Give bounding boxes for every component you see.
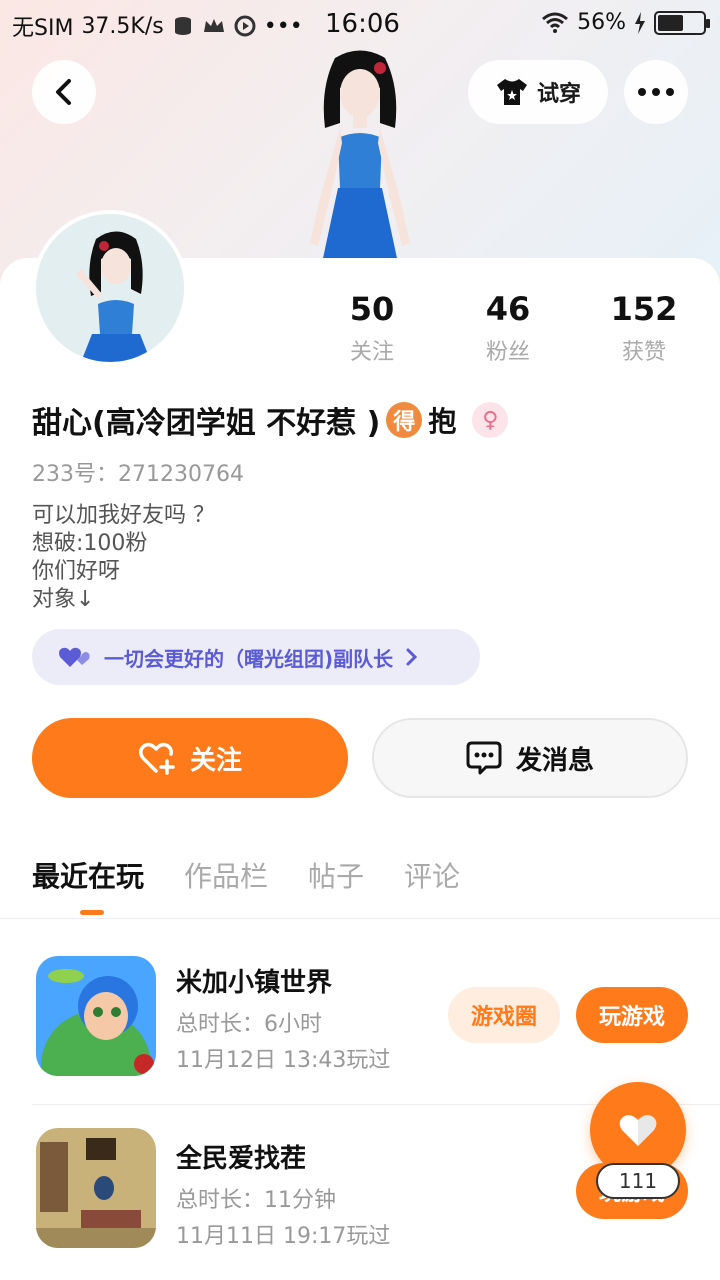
- game-icon-image: [36, 956, 156, 1076]
- game-duration: 总时长：11分钟: [176, 1188, 336, 1213]
- crown-icon: [203, 19, 224, 32]
- battery-fill: [658, 14, 683, 31]
- bio-line: 你们好呀: [32, 559, 121, 584]
- follow-button[interactable]: 关注: [32, 718, 348, 798]
- stat-fans[interactable]: 46 粉丝: [448, 290, 568, 366]
- hero-avatar-figure: [310, 50, 410, 263]
- follow-label: 关注: [189, 745, 242, 776]
- stat-following[interactable]: 50 关注: [312, 290, 432, 366]
- chat-bubble-icon: [466, 741, 502, 775]
- chevron-right-icon: [406, 648, 418, 666]
- avatar-figure: [36, 214, 184, 362]
- message-label: 发消息: [515, 745, 594, 776]
- status-right: 56%: [541, 10, 710, 35]
- media-icon: [234, 15, 256, 37]
- team-label: 一切会更好的（曙光组团)副队长: [104, 646, 394, 671]
- status-left: 无SIM 37.5K/s •••: [12, 10, 303, 42]
- carrier-text: 无SIM: [12, 16, 74, 41]
- tab-posts[interactable]: 帖子: [308, 855, 364, 895]
- tab-comments[interactable]: 评论: [404, 855, 460, 895]
- game-last-played: 11月11日 19:17玩过: [176, 1224, 391, 1249]
- user-id: 233号：271230764: [32, 462, 244, 487]
- heart-plus-icon: [138, 742, 175, 775]
- profile-stats: 50 关注 46 粉丝 152 获赞: [300, 290, 720, 370]
- game-duration: 总时长：6小时: [176, 1012, 322, 1037]
- profile-tabs: 最近在玩 作品栏 帖子 评论: [32, 855, 460, 895]
- team-hearts-icon: [59, 647, 90, 667]
- try-on-label: 试穿: [536, 82, 581, 107]
- tab-recent-play[interactable]: 最近在玩: [32, 855, 144, 895]
- stat-number: 152: [610, 290, 678, 328]
- game-name: 全民爱找茬: [176, 1144, 307, 1174]
- battery-icon: [654, 10, 710, 35]
- floating-like-count: 111: [596, 1163, 680, 1199]
- more-horizontal-icon: [638, 88, 674, 96]
- more-dots-icon: •••: [263, 13, 303, 39]
- battery-percent: 56%: [577, 10, 626, 35]
- nickname: 甜心(高冷团学姐 不好惹 ): [32, 406, 381, 441]
- heart-icon: [619, 1115, 657, 1146]
- stat-label: 关注: [349, 340, 394, 365]
- stat-number: 46: [485, 290, 531, 328]
- network-speed: 37.5K/s: [81, 13, 164, 39]
- game-circle-button[interactable]: 游戏圈: [448, 987, 560, 1043]
- team-chip[interactable]: 一切会更好的（曙光组团)副队长: [32, 629, 480, 685]
- more-options-button[interactable]: [624, 60, 688, 124]
- bio: 可以加我好友吗 ？ 想破:100粉 你们好呀 对象↓: [32, 502, 215, 614]
- chevron-left-icon: [56, 79, 71, 105]
- game-row[interactable]: 米加小镇世界 总时长：6小时 11月12日 13:43玩过 游戏圈 玩游戏: [0, 940, 720, 1090]
- back-button[interactable]: [32, 60, 96, 124]
- status-bar: 无SIM 37.5K/s ••• 16:06 56%: [0, 0, 720, 50]
- badge-de[interactable]: 得: [386, 402, 423, 438]
- wifi-icon: [542, 12, 569, 33]
- active-tab-indicator: [80, 910, 104, 915]
- female-gender-icon: ♀: [472, 402, 509, 438]
- stat-number: 50: [349, 290, 395, 328]
- database-icon: [174, 17, 191, 35]
- tshirt-icon: [496, 79, 527, 105]
- avatar[interactable]: [32, 210, 188, 366]
- try-on-button[interactable]: 试穿: [468, 60, 608, 124]
- bio-line: 对象↓: [32, 587, 95, 612]
- game-name: 米加小镇世界: [176, 968, 333, 998]
- nickname-row: 甜心(高冷团学姐 不好惹 ) 得 抱 ♀: [32, 398, 509, 442]
- play-game-button[interactable]: 玩游戏: [576, 987, 688, 1043]
- game-last-played: 11月12日 13:43玩过: [176, 1048, 391, 1073]
- stat-label: 获赞: [621, 340, 666, 365]
- tabs-divider: [0, 918, 720, 919]
- stat-likes[interactable]: 152 获赞: [584, 290, 704, 366]
- charging-icon: [635, 11, 645, 34]
- bio-line: 想破:100粉: [32, 531, 148, 556]
- bio-line: 可以加我好友吗 ？: [32, 503, 215, 528]
- game-icon[interactable]: [36, 956, 156, 1076]
- stat-label: 粉丝: [485, 340, 530, 365]
- game-icon[interactable]: [36, 1128, 156, 1248]
- message-button[interactable]: 发消息: [372, 718, 688, 798]
- badge-bao[interactable]: 抱: [428, 400, 456, 440]
- tab-works[interactable]: 作品栏: [184, 855, 268, 895]
- clock: 16:06: [325, 9, 400, 39]
- game-icon-image: [36, 1128, 156, 1248]
